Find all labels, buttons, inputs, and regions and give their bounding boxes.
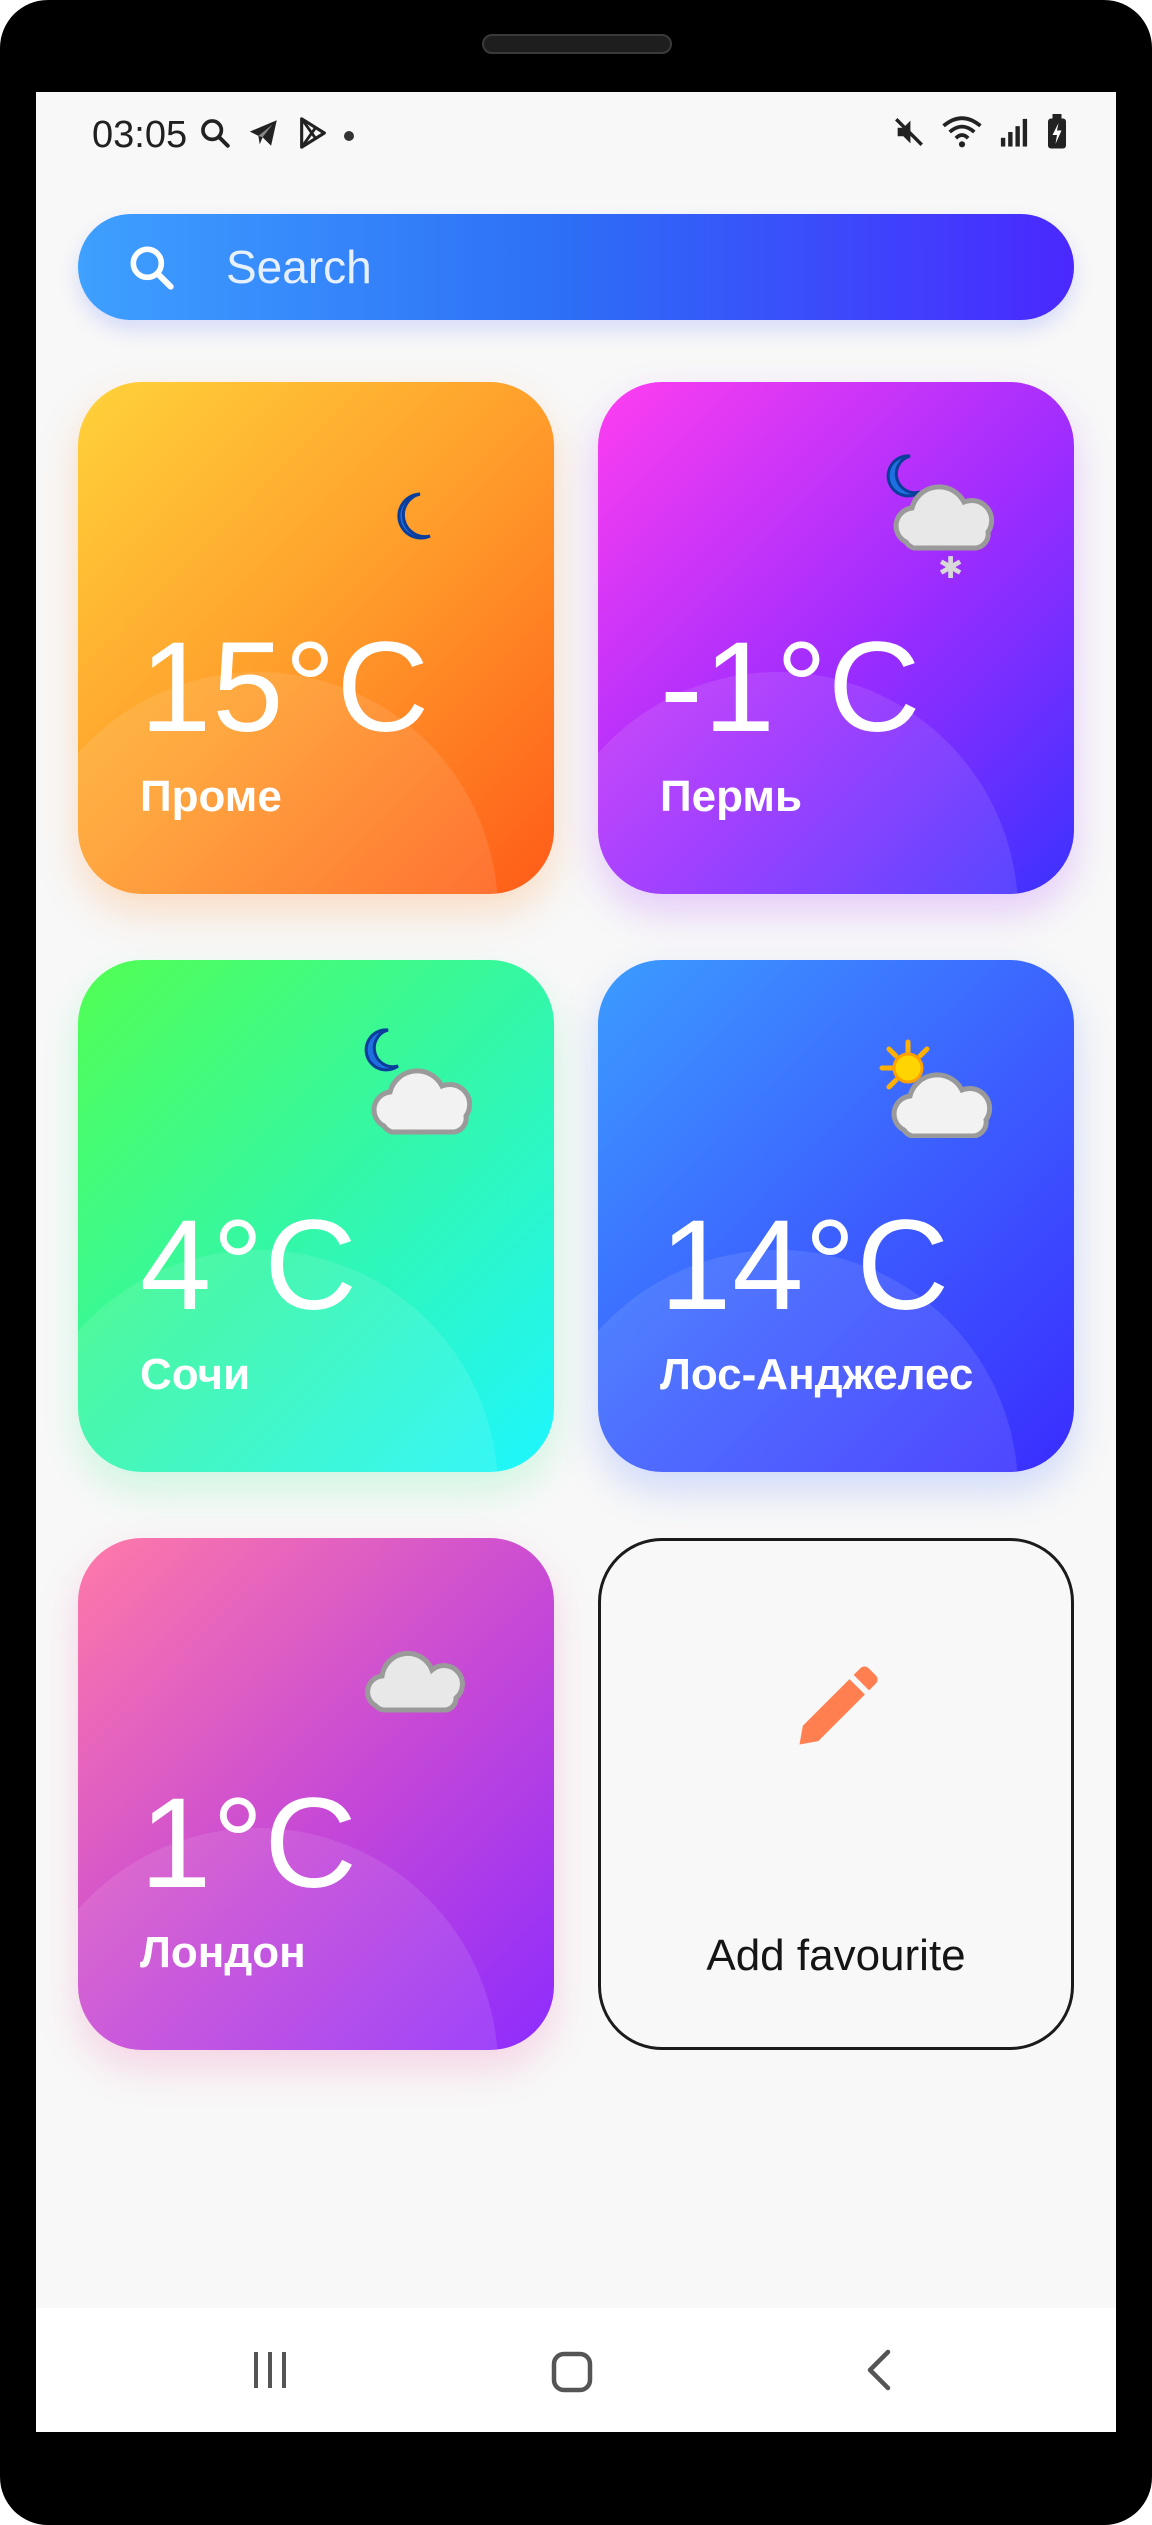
sun-cloud-icon [874, 1038, 1004, 1143]
telegram-icon [246, 116, 282, 155]
earpiece-speaker [482, 34, 672, 54]
search-icon [124, 240, 180, 301]
temperature: 1°C [140, 1772, 358, 1915]
status-bar: 03:05 [36, 92, 1116, 182]
city-name: Лондон [140, 1928, 306, 1977]
battery-charging-icon [1046, 114, 1068, 155]
city-name: Пермь [660, 772, 802, 821]
search-bar[interactable]: Search [78, 214, 1074, 320]
status-left-icons [198, 116, 354, 155]
temperature: 4°C [140, 1194, 358, 1337]
city-card[interactable]: 14°C Лос-Анджелес [598, 960, 1074, 1472]
svg-text:✱: ✱ [938, 551, 963, 582]
wifi-icon [942, 115, 982, 154]
signal-icon [998, 115, 1030, 154]
recent-apps-icon[interactable] [248, 2348, 292, 2397]
add-favourite-label: Add favourite [706, 1931, 966, 1980]
city-card[interactable]: 1°C Лондон [78, 1538, 554, 2050]
screen: 03:05 Search 15°C Проме ✱ -1°C Пермь 4°C… [36, 92, 1116, 2432]
city-name: Лос-Анджелес [660, 1350, 974, 1399]
moon-cloud-icon [354, 1026, 484, 1141]
status-right-icons [892, 114, 1068, 155]
navigation-bar [36, 2308, 1116, 2432]
temperature: 15°C [140, 616, 430, 759]
home-icon[interactable] [550, 2350, 594, 2399]
city-name: Сочи [140, 1350, 251, 1399]
city-name: Проме [140, 772, 282, 821]
search-input[interactable]: Search [226, 240, 372, 294]
cloud-icon [362, 1634, 472, 1719]
moon-cloud-snow-icon: ✱ [876, 452, 1006, 587]
status-time: 03:05 [92, 114, 188, 156]
moon-icon [390, 490, 434, 547]
pencil-icon [787, 1657, 887, 1762]
city-card[interactable]: ✱ -1°C Пермь [598, 382, 1074, 894]
add-favourite-button[interactable]: Add favourite [598, 1538, 1074, 2050]
notification-dot [344, 130, 354, 141]
temperature: -1°C [660, 616, 922, 759]
search-status-icon [198, 116, 232, 155]
temperature: 14°C [660, 1194, 950, 1337]
city-card[interactable]: 4°C Сочи [78, 960, 554, 1472]
back-icon[interactable] [858, 2348, 902, 2397]
mute-icon [892, 115, 926, 154]
city-card[interactable]: 15°C Проме [78, 382, 554, 894]
phone-frame: 03:05 Search 15°C Проме ✱ -1°C Пермь 4°C… [0, 0, 1152, 2525]
play-store-icon [296, 116, 330, 155]
